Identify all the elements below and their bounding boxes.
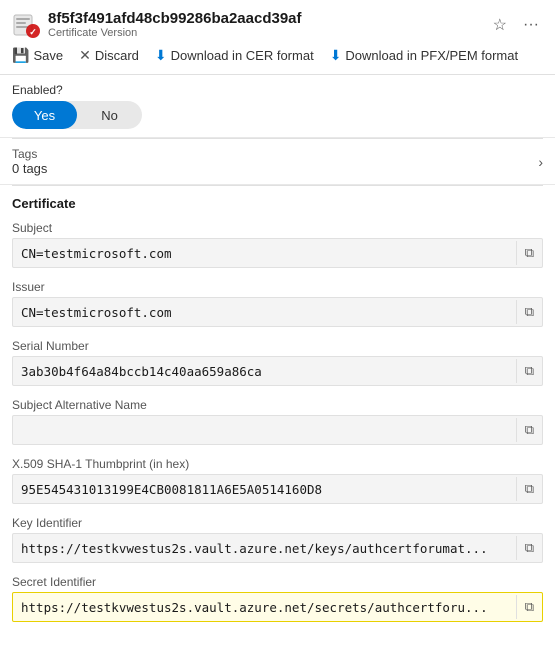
discard-label: Discard [95,48,139,63]
copy-icon-1: ⧉ [525,304,534,320]
save-icon: 💾 [12,47,29,64]
pin-button[interactable]: ☆ [489,13,511,37]
tags-count: 0 tags [12,161,47,176]
copy-icon-3: ⧉ [525,422,534,438]
tags-label: Tags [12,147,47,161]
tags-section[interactable]: Tags 0 tags › [0,139,555,185]
field-label-1: Issuer [12,280,543,294]
field-group-0: Subject CN=testmicrosoft.com ⧉ [0,215,555,274]
field-group-2: Serial Number 3ab30b4f64a84bccb14c40aa659… [0,333,555,392]
download-cer-label: Download in CER format [171,48,314,63]
more-button[interactable]: ··· [519,14,543,36]
copy-button-3[interactable]: ⧉ [516,418,542,442]
field-label-2: Serial Number [12,339,543,353]
field-value-4: 95E545431013199E4CB0081811A6E5A0514160D8 [13,478,516,501]
header: ✓ 8f5f3f491afd48cb99286ba2aacd39af Certi… [0,0,555,41]
toolbar: 💾 Save ✕ Discard ⬇ Download in CER forma… [0,41,555,75]
enabled-toggle: Yes No [12,101,142,129]
field-value-2: 3ab30b4f64a84bccb14c40aa659a86ca [13,360,516,383]
field-value-6: https://testkvwestus2s.vault.azure.net/s… [13,596,516,619]
download-cer-button[interactable]: ⬇ Download in CER format [155,47,314,64]
header-actions: ☆ ··· [489,13,543,37]
discard-button[interactable]: ✕ Discard [79,45,139,66]
page-subtitle: Certificate Version [48,27,481,39]
enabled-section: Enabled? Yes No [0,75,555,138]
field-label-6: Secret Identifier [12,575,543,589]
copy-button-0[interactable]: ⧉ [516,241,542,265]
download-cer-icon: ⬇ [155,47,167,64]
discard-icon: ✕ [79,47,91,64]
field-value-1: CN=testmicrosoft.com [13,301,516,324]
enabled-label: Enabled? [12,83,543,97]
certificate-fields: Subject CN=testmicrosoft.com ⧉ Issuer CN=tes… [0,215,555,628]
copy-button-4[interactable]: ⧉ [516,477,542,501]
field-label-5: Key Identifier [12,516,543,530]
page-title: 8f5f3f491afd48cb99286ba2aacd39af [48,10,481,27]
field-group-4: X.509 SHA-1 Thumbprint (in hex) 95E545431… [0,451,555,510]
copy-button-1[interactable]: ⧉ [516,300,542,324]
yes-button[interactable]: Yes [12,101,77,129]
field-label-4: X.509 SHA-1 Thumbprint (in hex) [12,457,543,471]
no-button[interactable]: No [77,101,142,129]
field-value-0: CN=testmicrosoft.com [13,242,516,265]
field-value-5: https://testkvwestus2s.vault.azure.net/k… [13,537,516,560]
copy-button-5[interactable]: ⧉ [516,536,542,560]
copy-icon-6: ⧉ [525,599,534,615]
field-value-3 [13,426,516,434]
field-group-3: Subject Alternative Name ⧉ [0,392,555,451]
copy-button-2[interactable]: ⧉ [516,359,542,383]
certificate-section-title: Certificate [0,186,555,215]
download-pfx-icon: ⬇ [330,47,342,64]
header-text: 8f5f3f491afd48cb99286ba2aacd39af Certifi… [48,10,481,39]
copy-icon-4: ⧉ [525,481,534,497]
copy-icon-5: ⧉ [525,540,534,556]
field-group-6: Secret Identifier https://testkvwestus2s.… [0,569,555,628]
field-group-5: Key Identifier https://testkvwestus2s.vau… [0,510,555,569]
download-pfx-label: Download in PFX/PEM format [345,48,518,63]
field-group-1: Issuer CN=testmicrosoft.com ⧉ [0,274,555,333]
cert-icon: ✓ [12,11,40,39]
copy-icon-2: ⧉ [525,363,534,379]
copy-icon-0: ⧉ [525,245,534,261]
save-button[interactable]: 💾 Save [12,45,63,66]
download-pfx-button[interactable]: ⬇ Download in PFX/PEM format [330,47,518,64]
field-label-0: Subject [12,221,543,235]
svg-text:✓: ✓ [29,27,37,37]
field-label-3: Subject Alternative Name [12,398,543,412]
copy-button-6[interactable]: ⧉ [516,595,542,619]
chevron-right-icon: › [538,154,543,170]
save-label: Save [33,48,63,63]
